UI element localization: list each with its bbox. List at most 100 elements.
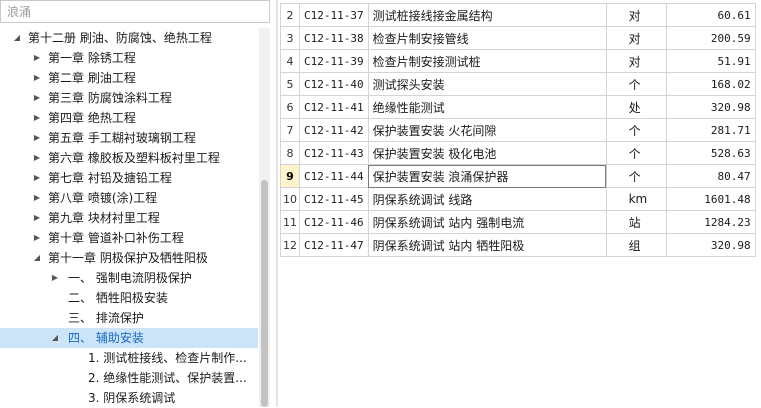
row-number-cell[interactable]: 2 [280,3,300,27]
unit-cell[interactable]: 对 [605,49,667,73]
unit-price-cell[interactable]: 1601.48 [665,187,756,211]
table-row[interactable]: 8 C12-11-43 保护装置安装 极化电池个 528.63 [280,141,756,165]
quota-code-cell[interactable]: C12-11-47 [299,233,369,257]
quota-name-cell[interactable]: 绝缘性能测试 [367,95,607,119]
unit-price-cell[interactable]: 51.91 [665,49,756,73]
unit-cell[interactable]: 处 [605,95,667,119]
quota-code-cell[interactable]: C12-11-37 [299,3,369,27]
collapse-arrow-icon[interactable]: ◢ [50,328,60,348]
quota-name-cell[interactable]: 检查片制安接测试桩 [367,49,607,73]
collapse-arrow-icon[interactable]: ◢ [32,248,42,268]
expand-arrow-icon[interactable]: ▶ [32,48,42,68]
tree-node[interactable]: ◢ 第十二册 刷油、防腐蚀、绝热工程 [0,28,258,48]
table-row[interactable]: 10 C12-11-45 阴保系统调试 线路 km 1601.48 [280,187,756,211]
tree-node[interactable]: ▶ 第三章 防腐蚀涂料工程 [0,88,258,108]
unit-price-cell[interactable]: 281.71 [665,118,756,142]
quota-code-cell[interactable]: C12-11-38 [299,26,369,50]
quota-name-cell[interactable]: 保护装置安装 火花间隙 [367,118,607,142]
tree-node[interactable]: ◢ 四、 辅助安装 [0,328,258,348]
tree-node[interactable]: ▶ 第五章 手工糊衬玻璃钢工程 [0,128,258,148]
tree-node[interactable]: ▶ 第二章 刷油工程 [0,68,258,88]
unit-price-cell[interactable]: 80.47 [665,164,756,188]
row-number-cell[interactable]: 7 [280,118,300,142]
quota-code-cell[interactable]: C12-11-44 [299,164,369,188]
unit-price-cell[interactable]: 320.98 [665,233,756,257]
row-number-cell[interactable]: 10 [280,187,300,211]
tree-scrollbar[interactable] [259,28,270,407]
expand-arrow-icon[interactable]: ▶ [32,128,42,148]
expand-arrow-icon[interactable]: ▶ [32,88,42,108]
row-number-cell[interactable]: 12 [280,233,300,257]
unit-price-cell[interactable]: 1284.23 [665,210,756,234]
tree-node[interactable]: ◢ 第十一章 阴极保护及牺牲阳极 [0,248,258,268]
table-row[interactable]: 3 C12-11-38 检查片制安接管线对 200.59 [280,26,756,50]
unit-cell[interactable]: 个 [605,72,667,96]
expand-arrow-icon[interactable]: ▶ [32,228,42,248]
unit-cell[interactable]: 对 [605,3,667,27]
tree-node[interactable]: 二、 牺牲阳极安装 [0,288,258,308]
quota-name-cell[interactable]: 测试探头安装 [367,72,607,96]
table-row[interactable]: 7 C12-11-42 保护装置安装 火花间隙个 281.71 [280,118,756,142]
quota-code-cell[interactable]: C12-11-45 [299,187,369,211]
unit-cell[interactable]: 个 [605,141,667,165]
tree-node[interactable]: ▶ 一、 强制电流阴极保护 [0,268,258,288]
unit-price-cell[interactable]: 168.02 [665,72,756,96]
table-row[interactable]: 12 C12-11-47 阴保系统调试 站内 牺牲阳极组 320.98 [280,233,756,257]
expand-arrow-icon[interactable]: ▶ [50,268,60,288]
tree-node[interactable]: ▶ 第七章 衬铅及搪铅工程 [0,168,258,188]
quota-code-cell[interactable]: C12-11-42 [299,118,369,142]
row-number-cell[interactable]: 3 [280,26,300,50]
quota-name-cell[interactable]: 阴保系统调试 线路 [367,187,607,211]
expand-arrow-icon[interactable]: ▶ [32,68,42,88]
quota-code-cell[interactable]: C12-11-41 [299,95,369,119]
row-number-cell[interactable]: 5 [280,72,300,96]
table-row[interactable]: 4 C12-11-39 检查片制安接测试桩对 51.91 [280,49,756,73]
expand-arrow-icon[interactable]: ▶ [32,168,42,188]
unit-cell[interactable]: 个 [605,164,667,188]
tree-node[interactable]: 三、 排流保护 [0,308,258,328]
quota-name-cell[interactable]: 保护装置安装 极化电池 [367,141,607,165]
table-row[interactable]: 2 C12-11-37 测试桩接线接金属结构对 60.61 [280,3,756,27]
unit-price-cell[interactable]: 320.98 [665,95,756,119]
expand-arrow-icon[interactable]: ▶ [32,188,42,208]
table-row[interactable]: 9 C12-11-44 保护装置安装 浪涌保护器个 80.47 [280,164,756,188]
tree-node[interactable]: 2. 绝缘性能测试、保护装置... [0,368,258,388]
row-number-cell[interactable]: 9 [280,164,300,188]
tree-node[interactable]: 1. 测试桩接线、检查片制作... [0,348,258,368]
quota-name-cell[interactable]: 保护装置安装 浪涌保护器 [367,164,607,188]
tree-node[interactable]: ▶ 第九章 块材衬里工程 [0,208,258,228]
collapse-arrow-icon[interactable]: ◢ [12,28,22,48]
row-number-cell[interactable]: 6 [280,95,300,119]
unit-cell[interactable]: 个 [605,118,667,142]
scrollbar-thumb[interactable] [261,180,268,407]
quota-code-cell[interactable]: C12-11-39 [299,49,369,73]
tree-node[interactable]: ▶ 第一章 除锈工程 [0,48,258,68]
quota-name-cell[interactable]: 阴保系统调试 站内 牺牲阳极 [367,233,607,257]
quota-name-cell[interactable]: 测试桩接线接金属结构 [367,3,607,27]
unit-cell[interactable]: 对 [605,26,667,50]
expand-arrow-icon[interactable]: ▶ [32,108,42,128]
unit-price-cell[interactable]: 60.61 [665,3,756,27]
tree-node[interactable]: ▶ 第八章 喷镀(涂)工程 [0,188,258,208]
unit-price-cell[interactable]: 528.63 [665,141,756,165]
unit-cell[interactable]: 组 [605,233,667,257]
tree-node[interactable]: ▶ 第四章 绝热工程 [0,108,258,128]
table-row[interactable]: 11 C12-11-46 阴保系统调试 站内 强制电流站 1284.23 [280,210,756,234]
row-number-cell[interactable]: 4 [280,49,300,73]
unit-cell[interactable]: 站 [605,210,667,234]
expand-arrow-icon[interactable]: ▶ [32,208,42,228]
search-input[interactable] [1,1,269,22]
row-number-cell[interactable]: 8 [280,141,300,165]
quota-code-cell[interactable]: C12-11-40 [299,72,369,96]
quota-name-cell[interactable]: 检查片制安接管线 [367,26,607,50]
expand-arrow-icon[interactable]: ▶ [32,148,42,168]
row-number-cell[interactable]: 11 [280,210,300,234]
quota-code-cell[interactable]: C12-11-46 [299,210,369,234]
unit-price-cell[interactable]: 200.59 [665,26,756,50]
table-row[interactable]: 5 C12-11-40 测试探头安装个 168.02 [280,72,756,96]
table-row[interactable]: 6 C12-11-41 绝缘性能测试处 320.98 [280,95,756,119]
panel-splitter[interactable] [276,0,278,407]
tree-node[interactable]: 3. 阴保系统调试 [0,388,258,408]
unit-cell[interactable]: km [605,187,667,211]
tree-node[interactable]: ▶ 第六章 橡胶板及塑料板衬里工程 [0,148,258,168]
